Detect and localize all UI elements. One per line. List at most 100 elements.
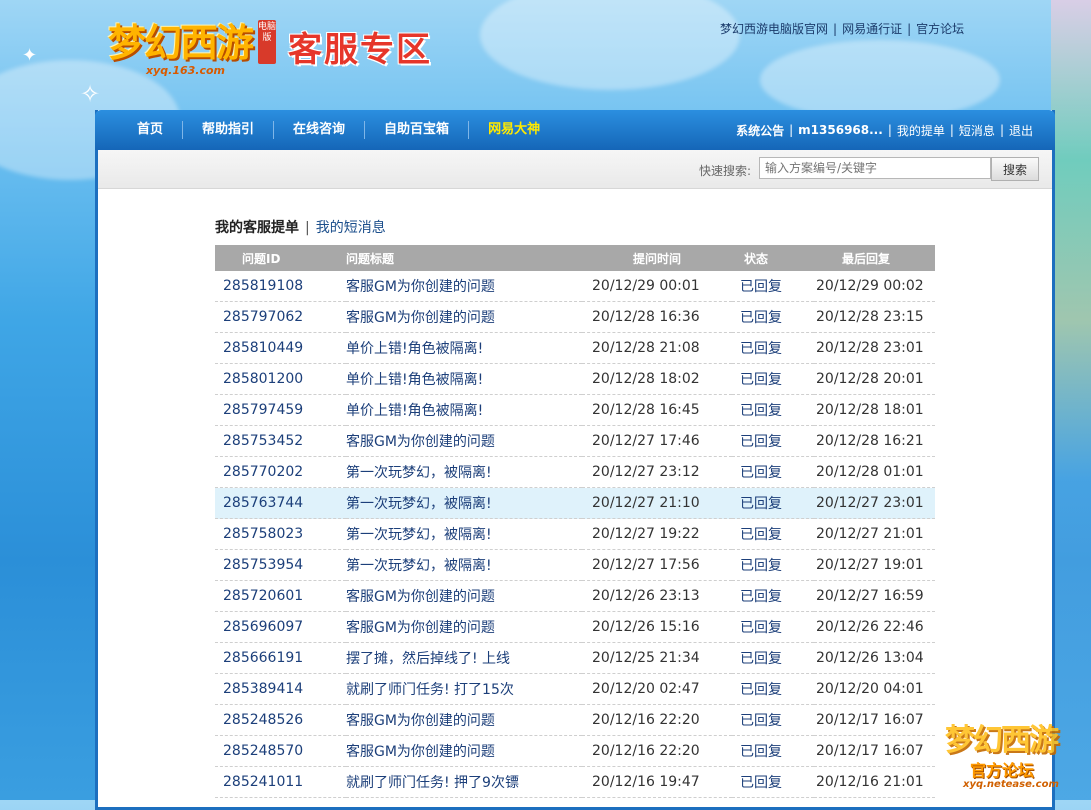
ticket-id[interactable]: 285248570 [223, 743, 303, 759]
table-row[interactable]: 285770202 第一次玩梦幻，被隔离! 20/12/27 23:12 已回复 20/… [215, 456, 935, 488]
logout-link[interactable]: 退出 [1009, 122, 1033, 139]
official-site-link[interactable]: 梦幻西游电脑版官网 [720, 22, 828, 36]
ticket-last-reply: 20/12/20 04:01 [816, 681, 924, 697]
ticket-title[interactable]: 客服GM为你创建的问题 [346, 620, 495, 636]
ticket-id[interactable]: 285797459 [223, 402, 303, 418]
ticket-id[interactable]: 285248526 [223, 712, 303, 728]
ticket-last-reply-cell: 20/12/20 04:01 [814, 673, 935, 705]
ticket-title[interactable]: 第一次玩梦幻，被隔离! [346, 527, 492, 543]
ticket-title[interactable]: 客服GM为你创建的问题 [346, 279, 495, 295]
table-row[interactable]: 285248570 客服GM为你创建的问题 20/12/16 22:20 已回复 20/… [215, 735, 935, 767]
ticket-last-reply-cell: 20/12/26 22:46 [814, 611, 935, 643]
ticket-id[interactable]: 285753452 [223, 433, 303, 449]
ticket-last-reply-cell: 20/12/28 23:01 [814, 332, 935, 364]
ticket-title[interactable]: 摆了摊，然后掉线了! 上线 [346, 651, 510, 667]
ticket-last-reply: 20/12/28 18:01 [816, 402, 924, 418]
ticket-last-reply-cell: 20/12/26 13:04 [814, 642, 935, 674]
ticket-title[interactable]: 第一次玩梦幻，被隔离! [346, 558, 492, 574]
ticket-id[interactable]: 285801200 [223, 371, 303, 387]
search-label: 快速搜索: [699, 164, 752, 178]
ticket-title[interactable]: 就刷了师门任务! 打了15次 [346, 682, 514, 698]
ticket-title[interactable]: 就刷了师门任务! 押了9次镖 [346, 775, 519, 791]
nav-online-consult[interactable]: 在线咨询 [273, 121, 364, 139]
table-row[interactable]: 285797062 客服GM为你创建的问题 20/12/28 16:36 已回复 20/… [215, 301, 935, 333]
ticket-title[interactable]: 客服GM为你创建的问题 [346, 589, 495, 605]
table-row[interactable]: 285389414 就刷了师门任务! 打了15次 20/12/20 02:47 已回复… [215, 673, 935, 705]
ticket-id[interactable]: 285753954 [223, 557, 303, 573]
forum-watermark: 梦幻西游 官方论坛 xyq.netease.com [945, 715, 1080, 795]
ticket-title-cell: 摆了摊，然后掉线了! 上线 [346, 642, 582, 674]
nav-help[interactable]: 帮助指引 [182, 121, 273, 139]
ticket-id[interactable]: 285797062 [223, 309, 303, 325]
table-row[interactable]: 285241011 就刷了师门任务! 押了9次镖 20/12/16 19:47 已回复… [215, 766, 935, 798]
ticket-id[interactable]: 285763744 [223, 495, 303, 511]
ticket-last-reply-cell: 20/12/17 16:07 [814, 735, 935, 767]
table-row[interactable]: 285763744 第一次玩梦幻，被隔离! 20/12/27 21:10 已回复 20/… [215, 487, 935, 519]
ticket-asked-time: 20/12/28 16:45 [592, 402, 700, 418]
ticket-id[interactable]: 285666191 [223, 650, 303, 666]
table-row[interactable]: 285819108 客服GM为你创建的问题 20/12/29 00:01 已回复 20/… [215, 271, 935, 302]
table-row[interactable]: 285810449 单价上错!角色被隔离! 20/12/28 21:08 已回复 20/… [215, 332, 935, 364]
passport-link[interactable]: 网易通行证 [842, 22, 902, 36]
ticket-last-reply: 20/12/27 16:59 [816, 588, 924, 604]
ticket-asked-time-cell: 20/12/20 02:47 [582, 673, 732, 705]
system-announcement-link[interactable]: 系统公告 [736, 122, 784, 139]
ticket-title-cell: 客服GM为你创建的问题 [346, 704, 582, 736]
ticket-asked-time: 20/12/16 22:20 [592, 712, 700, 728]
ticket-id-cell: 285819108 [215, 271, 346, 302]
ticket-title[interactable]: 单价上错!角色被隔离! [346, 341, 483, 357]
tab-my-messages[interactable]: 我的短消息 [316, 220, 386, 236]
table-row[interactable]: 285797459 单价上错!角色被隔离! 20/12/28 16:45 已回复 20/… [215, 394, 935, 426]
ticket-asked-time: 20/12/27 17:46 [592, 433, 700, 449]
ticket-title[interactable]: 客服GM为你创建的问题 [346, 713, 495, 729]
nav-self-service[interactable]: 自助百宝箱 [364, 121, 468, 139]
ticket-asked-time-cell: 20/12/16 19:47 [582, 766, 732, 798]
messages-link[interactable]: 短消息 [959, 122, 995, 139]
ticket-title[interactable]: 第一次玩梦幻，被隔离! [346, 496, 492, 512]
ticket-id[interactable]: 285758023 [223, 526, 303, 542]
ticket-id[interactable]: 285696097 [223, 619, 303, 635]
ticket-title[interactable]: 客服GM为你创建的问题 [346, 434, 495, 450]
ticket-asked-time: 20/12/25 21:34 [592, 650, 700, 666]
ticket-id[interactable]: 285241011 [223, 774, 303, 790]
search-button[interactable]: 搜索 [991, 157, 1039, 181]
cloud-decoration [480, 0, 740, 90]
ticket-status: 已回复 [740, 465, 782, 481]
ticket-title[interactable]: 第一次玩梦幻，被隔离! [346, 465, 492, 481]
ticket-title[interactable]: 客服GM为你创建的问题 [346, 310, 495, 326]
forum-link[interactable]: 官方论坛 [916, 22, 964, 36]
table-row[interactable]: 285753954 第一次玩梦幻，被隔离! 20/12/27 17:56 已回复 20/… [215, 549, 935, 581]
ticket-asked-time-cell: 20/12/28 21:08 [582, 332, 732, 364]
table-row[interactable]: 285801200 单价上错!角色被隔离! 20/12/28 18:02 已回复 20/… [215, 363, 935, 395]
ticket-asked-time: 20/12/16 19:47 [592, 774, 700, 790]
username[interactable]: m1356968... [798, 123, 883, 137]
nav-home[interactable]: 首页 [123, 121, 182, 139]
ticket-last-reply-cell: 20/12/27 16:59 [814, 580, 935, 612]
ticket-id[interactable]: 285389414 [223, 681, 303, 697]
ticket-title[interactable]: 单价上错!角色被隔离! [346, 403, 483, 419]
ticket-id[interactable]: 285720601 [223, 588, 303, 604]
site-logo[interactable]: 梦幻西游 电脑版 xyq.163.com 客服专区 [108, 12, 448, 82]
my-tickets-link[interactable]: 我的提单 [897, 122, 945, 139]
ticket-id[interactable]: 285819108 [223, 278, 303, 294]
ticket-status: 已回复 [740, 279, 782, 295]
ticket-status: 已回复 [740, 527, 782, 543]
ticket-id-cell: 285248526 [215, 704, 346, 736]
nav-netease-dashen[interactable]: 网易大神 [468, 121, 559, 139]
ticket-id[interactable]: 285770202 [223, 464, 303, 480]
ticket-status: 已回复 [740, 713, 782, 729]
ticket-title[interactable]: 单价上错!角色被隔离! [346, 372, 483, 388]
ticket-id-cell: 285753452 [215, 425, 346, 457]
watermark-sub: 官方论坛 [970, 761, 1035, 780]
table-row[interactable]: 285720601 客服GM为你创建的问题 20/12/26 23:13 已回复 20/… [215, 580, 935, 612]
table-row[interactable]: 285248526 客服GM为你创建的问题 20/12/16 22:20 已回复 20/… [215, 704, 935, 736]
table-row[interactable]: 285666191 摆了摊，然后掉线了! 上线 20/12/25 21:34 已回复 2… [215, 642, 935, 674]
table-row[interactable]: 285758023 第一次玩梦幻，被隔离! 20/12/27 19:22 已回复 20/… [215, 518, 935, 550]
ticket-id-cell: 285696097 [215, 611, 346, 643]
tab-my-tickets[interactable]: 我的客服提单 [215, 220, 299, 236]
ticket-title[interactable]: 客服GM为你创建的问题 [346, 744, 495, 760]
ticket-id[interactable]: 285810449 [223, 340, 303, 356]
search-input[interactable] [759, 157, 991, 179]
table-row[interactable]: 285753452 客服GM为你创建的问题 20/12/27 17:46 已回复 20/… [215, 425, 935, 457]
table-row[interactable]: 285696097 客服GM为你创建的问题 20/12/26 15:16 已回复 20/… [215, 611, 935, 643]
